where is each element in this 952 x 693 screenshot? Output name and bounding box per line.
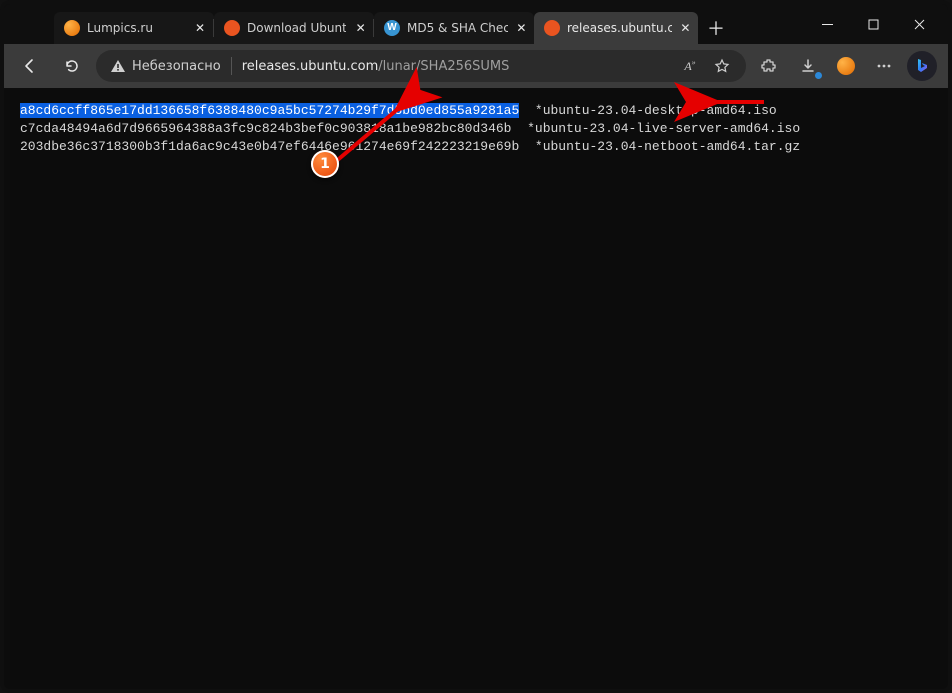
tab-favicon-ubuntu <box>224 20 240 36</box>
menu-button[interactable] <box>866 49 902 83</box>
divider <box>231 57 232 75</box>
tab-releases-ubuntu[interactable]: releases.ubuntu.co… ✕ <box>534 12 698 44</box>
close-icon <box>914 19 925 30</box>
tab-strip: Lumpics.ru ✕ Download Ubuntu ✕ W MD5 & S… <box>4 4 948 44</box>
tab-md5-sha-check[interactable]: W MD5 & SHA Check… ✕ <box>374 12 534 44</box>
extension-orange-button[interactable] <box>828 49 864 83</box>
url-host: releases.ubuntu.com <box>242 59 379 74</box>
maximize-button[interactable] <box>850 4 896 44</box>
close-tab-icon[interactable]: ✕ <box>192 20 208 36</box>
download-badge <box>815 72 822 79</box>
reload-button[interactable] <box>54 49 90 83</box>
security-label: Небезопасно <box>132 59 221 74</box>
back-icon <box>21 57 39 75</box>
omnibox-actions: A» <box>676 52 736 80</box>
tab-title: MD5 & SHA Check… <box>407 21 508 35</box>
downloads-button[interactable] <box>790 49 826 83</box>
tab-favicon-orange <box>64 20 80 36</box>
close-window-button[interactable] <box>896 4 942 44</box>
extensions-button[interactable] <box>752 49 788 83</box>
window-controls <box>804 4 942 44</box>
close-tab-icon[interactable]: ✕ <box>679 20 692 36</box>
back-button[interactable] <box>12 49 48 83</box>
browser-window: Lumpics.ru ✕ Download Ubuntu ✕ W MD5 & S… <box>0 0 952 693</box>
downloads-icon <box>799 57 817 75</box>
address-bar[interactable]: Небезопасно releases.ubuntu.com/lunar/SH… <box>96 50 746 82</box>
sha-hash: c7cda48494a6d7d9665964388a3fc9c824b3bef0… <box>20 121 511 136</box>
tab-title: Download Ubuntu <box>247 21 346 35</box>
tab-lumpics[interactable]: Lumpics.ru ✕ <box>54 12 214 44</box>
sha-file: *ubuntu-23.04-netboot-amd64.tar.gz <box>535 139 800 154</box>
toolbar: Небезопасно releases.ubuntu.com/lunar/SH… <box>4 44 948 88</box>
sha-hash-selected: a8cd6ccff865e17dd136658f6388480c9a5bc572… <box>20 103 519 118</box>
new-tab-button[interactable]: ＋ <box>700 12 732 44</box>
tab-title: releases.ubuntu.co… <box>567 21 672 35</box>
reload-icon <box>63 57 81 75</box>
star-icon <box>714 58 730 74</box>
sha-row-2: c7cda48494a6d7d9665964388a3fc9c824b3bef0… <box>20 120 932 138</box>
sha-hash: 203dbe36c3718300b3f1da6ac9c43e0b47ef6446… <box>20 139 519 154</box>
bing-sidebar-button[interactable] <box>904 49 940 83</box>
reader-icon: A» <box>684 58 695 74</box>
url-text: releases.ubuntu.com/lunar/SHA256SUMS <box>242 59 666 74</box>
sha-row-1: a8cd6ccff865e17dd136658f6388480c9a5bc572… <box>20 102 932 120</box>
sha-row-3: 203dbe36c3718300b3f1da6ac9c43e0b47ef6446… <box>20 138 932 156</box>
close-tab-icon[interactable]: ✕ <box>515 20 528 36</box>
warning-icon <box>110 58 126 74</box>
extensions-icon <box>761 57 779 75</box>
ellipsis-icon <box>875 57 893 75</box>
sha-file: *ubuntu-23.04-desktop-amd64.iso <box>535 103 777 118</box>
tab-actions-placeholder <box>14 4 54 44</box>
tab-download-ubuntu[interactable]: Download Ubuntu ✕ <box>214 12 374 44</box>
security-indicator[interactable]: Небезопасно <box>110 58 221 74</box>
page-content[interactable]: a8cd6ccff865e17dd136658f6388480c9a5bc572… <box>4 88 948 689</box>
tab-favicon-ubuntu <box>544 20 560 36</box>
tab-favicon-wordpress: W <box>384 20 400 36</box>
bing-icon <box>907 51 937 81</box>
tab-title: Lumpics.ru <box>87 21 185 35</box>
sha-file: *ubuntu-23.04-live-server-amd64.iso <box>527 121 800 136</box>
minimize-button[interactable] <box>804 4 850 44</box>
reader-mode-button[interactable]: A» <box>676 52 704 80</box>
maximize-icon <box>868 19 879 30</box>
favorite-button[interactable] <box>708 52 736 80</box>
close-tab-icon[interactable]: ✕ <box>353 20 368 36</box>
minimize-icon <box>822 19 833 30</box>
url-path: /lunar/SHA256SUMS <box>378 59 509 74</box>
orange-icon <box>837 57 855 75</box>
